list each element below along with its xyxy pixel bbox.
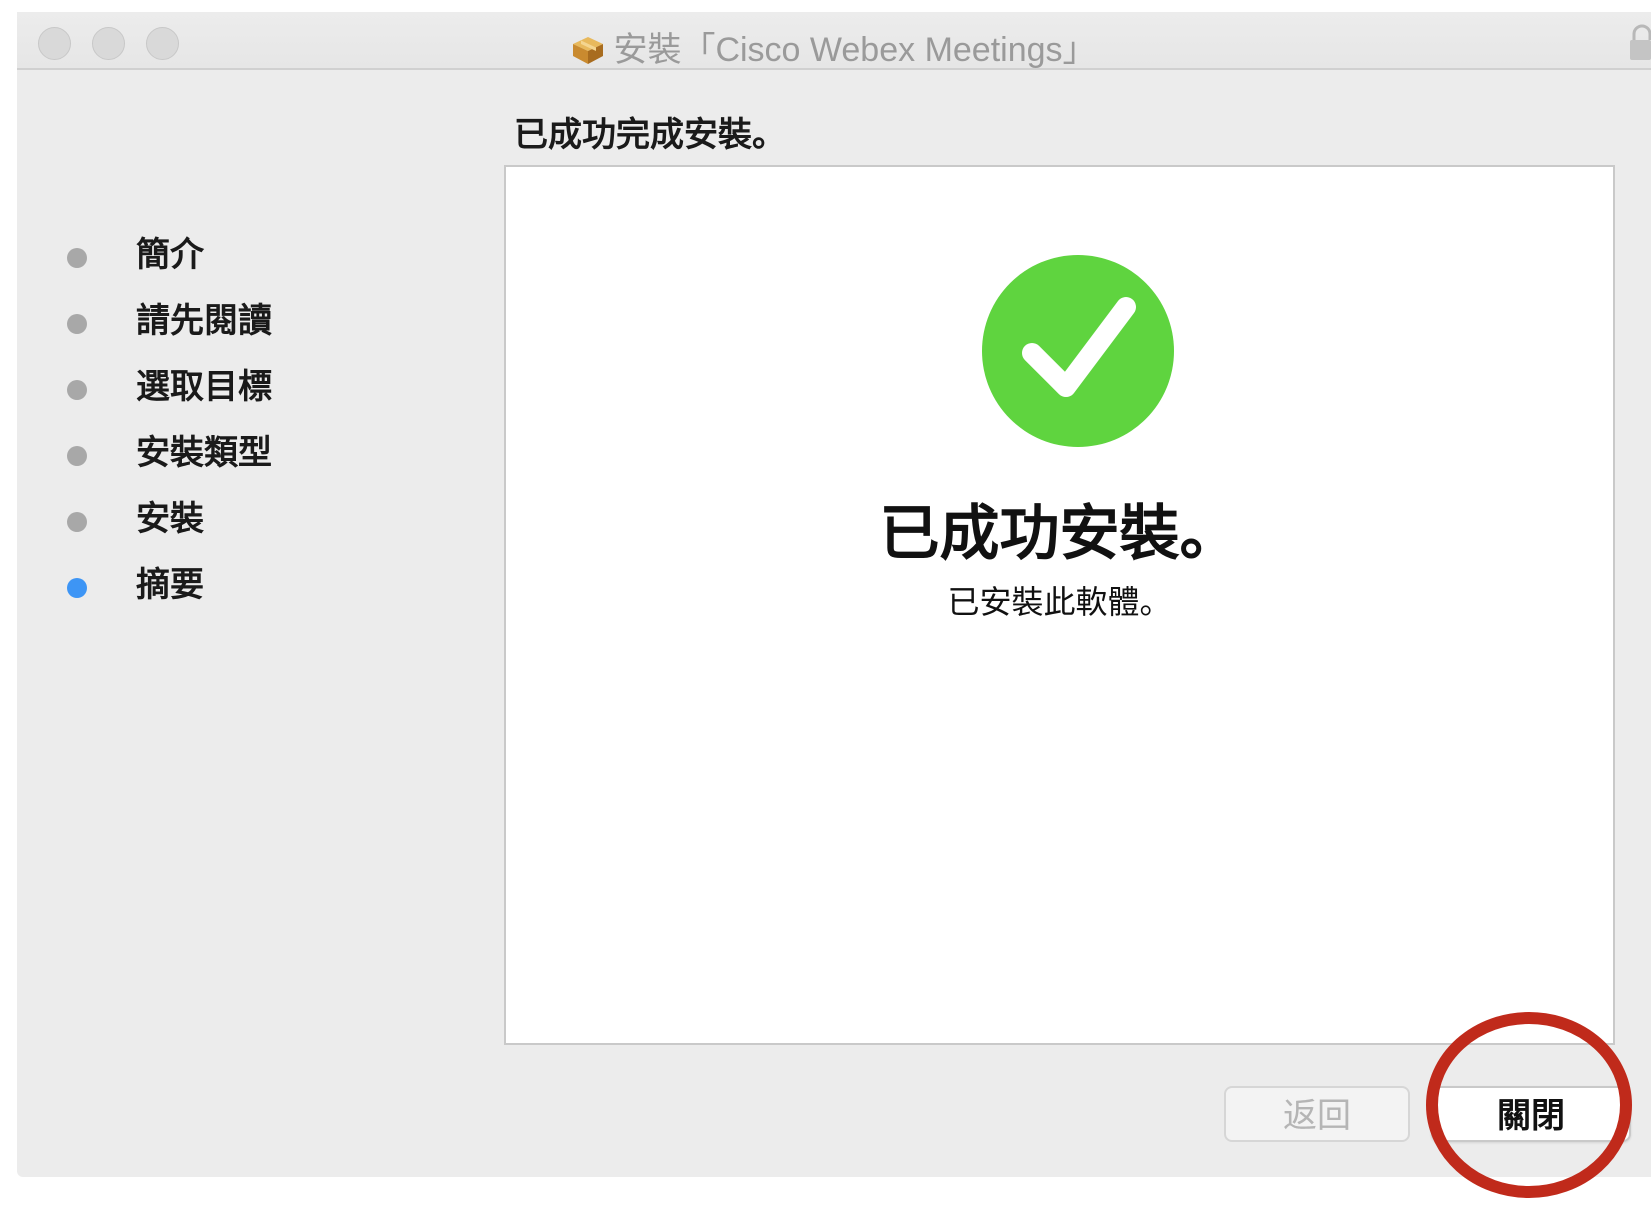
package-icon — [571, 35, 605, 65]
success-title: 已成功安裝。 — [879, 499, 1240, 569]
step-indicator-dot — [67, 446, 87, 466]
sidebar-step-installation-type: 安裝類型 — [67, 420, 447, 486]
sidebar-step-read-me: 請先閱讀 — [67, 288, 447, 354]
sidebar-step-label: 請先閱讀 — [136, 301, 272, 341]
lock-icon[interactable] — [1629, 24, 1651, 62]
sidebar-step-label: 選取目標 — [136, 367, 272, 407]
checkmark-icon — [982, 255, 1174, 447]
highlight-circle-annotation — [1424, 1010, 1634, 1200]
step-indicator-dot-current — [67, 578, 87, 598]
back-button[interactable]: 返回 — [1224, 1086, 1410, 1142]
step-indicator-dot — [67, 380, 87, 400]
step-indicator-dot — [67, 512, 87, 532]
sidebar-step-destination: 選取目標 — [67, 354, 447, 420]
sidebar-step-label: 簡介 — [136, 235, 204, 275]
sidebar-step-label: 摘要 — [136, 565, 204, 605]
title-bar: 安裝「Cisco Webex Meetings」 — [17, 12, 1651, 70]
sidebar-step-installation: 安裝 — [67, 486, 447, 552]
step-indicator-dot — [67, 248, 87, 268]
sidebar-step-label: 安裝類型 — [136, 433, 272, 473]
sidebar-step-label: 安裝 — [136, 499, 204, 539]
installer-window: 安裝「Cisco Webex Meetings」 簡介 請先閱讀 選取目標 安裝… — [17, 12, 1651, 1177]
content-panel: 已成功安裝。 已安裝此軟體。 — [504, 165, 1615, 1045]
success-subtitle: 已安裝此軟體。 — [947, 583, 1172, 621]
sidebar-step-introduction: 簡介 — [67, 222, 447, 288]
window-title-text: 安裝「Cisco Webex Meetings」 — [613, 31, 1097, 69]
window-title: 安裝「Cisco Webex Meetings」 — [17, 22, 1651, 71]
step-indicator-dot — [67, 314, 87, 334]
sidebar-step-summary: 摘要 — [67, 552, 447, 618]
page-header: 已成功完成安裝。 — [514, 115, 786, 155]
installer-steps-sidebar: 簡介 請先閱讀 選取目標 安裝類型 安裝 摘要 — [67, 222, 447, 618]
